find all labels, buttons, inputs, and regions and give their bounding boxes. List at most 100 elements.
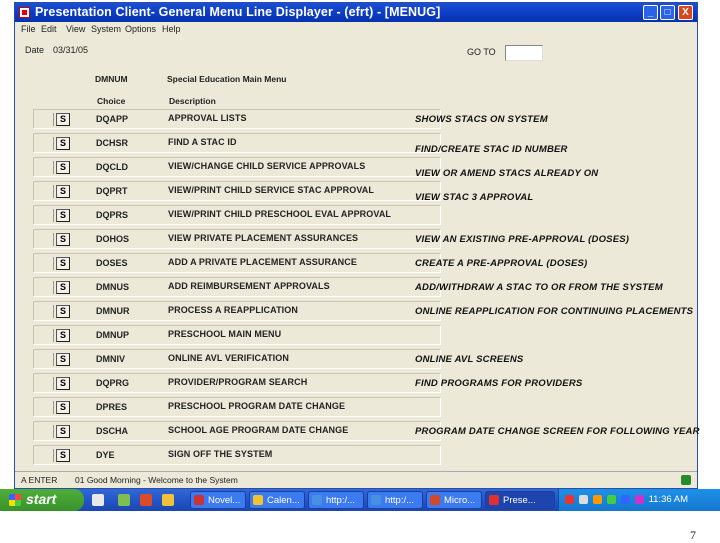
select-button[interactable]: S — [53, 353, 70, 366]
col-description: Description — [169, 96, 216, 106]
select-button[interactable]: S — [53, 257, 70, 270]
menu-row-dchsr[interactable]: S DCHSR FIND A STAC ID — [33, 133, 441, 153]
goto-label: GO TO — [467, 47, 496, 57]
menu-row-dohos[interactable]: S DOHOS VIEW PRIVATE PLACEMENT ASSURANCE… — [33, 229, 441, 249]
tray-icon[interactable] — [607, 495, 616, 504]
select-button[interactable]: S — [53, 209, 70, 222]
menu-row-doses[interactable]: S DOSES ADD A PRIVATE PLACEMENT ASSURANC… — [33, 253, 441, 273]
menu-options[interactable]: Options — [125, 24, 156, 34]
title-bar[interactable]: Presentation Client- General Menu Line D… — [15, 3, 697, 22]
taskbar-item-microsoft[interactable]: Micro... — [426, 491, 482, 509]
tray-icon[interactable] — [635, 495, 644, 504]
select-button[interactable]: S — [53, 449, 70, 462]
minimize-button[interactable]: _ — [643, 5, 658, 20]
date-label: Date — [25, 45, 45, 55]
start-button[interactable]: start — [0, 489, 84, 511]
menu-row-dqapp[interactable]: S DQAPP APPROVAL LISTS — [33, 109, 441, 129]
menu-row-dqprg[interactable]: S DQPRG PROVIDER/PROGRAM SEARCH — [33, 373, 441, 393]
row-description: PROVIDER/PROGRAM SEARCH — [168, 377, 308, 387]
annotation: ONLINE REAPPLICATION FOR CONTINUING PLAC… — [415, 306, 694, 317]
menu-bar: File Edit View System Options Help — [15, 22, 697, 36]
row-description: APPROVAL LISTS — [168, 113, 247, 123]
browser-icon — [312, 495, 322, 505]
menu-row-dmnus[interactable]: S DMNUS ADD REIMBURSEMENT APPROVALS — [33, 277, 441, 297]
row-description: PROCESS A REAPPLICATION — [168, 305, 298, 315]
tray-icon[interactable] — [593, 495, 602, 504]
menu-help[interactable]: Help — [162, 24, 181, 34]
select-button[interactable]: S — [53, 137, 70, 150]
row-description: VIEW/CHANGE CHILD SERVICE APPROVALS — [168, 161, 366, 171]
quicklaunch-icon[interactable] — [92, 494, 104, 506]
menu-row-dmniv[interactable]: S DMNIV ONLINE AVL VERIFICATION — [33, 349, 441, 369]
quicklaunch-icon[interactable] — [118, 494, 130, 506]
tray-icon[interactable] — [565, 495, 574, 504]
tray-icon[interactable] — [621, 495, 630, 504]
select-button[interactable]: S — [53, 377, 70, 390]
menu-row-dmnur[interactable]: S DMNUR PROCESS A REAPPLICATION — [33, 301, 441, 321]
close-button[interactable]: X — [678, 5, 693, 20]
app-icon — [430, 495, 440, 505]
select-button[interactable]: S — [53, 113, 70, 126]
select-button[interactable]: S — [53, 185, 70, 198]
task-label: http:/... — [385, 495, 415, 506]
quicklaunch-icon[interactable] — [162, 494, 174, 506]
taskbar-item-http-1[interactable]: http:/... — [308, 491, 364, 509]
menu-row-dye[interactable]: S DYE SIGN OFF THE SYSTEM — [33, 445, 441, 465]
menu-row-dmnup[interactable]: S DMNUP PRESCHOOL MAIN MENU — [33, 325, 441, 345]
row-code: DMNUS — [96, 282, 129, 292]
select-button[interactable]: S — [53, 281, 70, 294]
annotation: SHOWS STACS ON SYSTEM — [415, 114, 548, 125]
row-code: DOSES — [96, 258, 128, 268]
select-button[interactable]: S — [53, 425, 70, 438]
window-title: Presentation Client- General Menu Line D… — [35, 5, 441, 19]
annotation: VIEW STAC 3 APPROVAL — [415, 192, 534, 203]
row-description: VIEW/PRINT CHILD PRESCHOOL EVAL APPROVAL — [168, 209, 392, 219]
row-description: SIGN OFF THE SYSTEM — [168, 449, 273, 459]
menu-system[interactable]: System — [91, 24, 121, 34]
taskbar-item-http-2[interactable]: http:/... — [367, 491, 423, 509]
date-value: 03/31/05 — [53, 45, 89, 55]
task-label: Calen... — [267, 495, 300, 506]
task-label: Prese... — [503, 495, 536, 506]
row-description: PRESCHOOL PROGRAM DATE CHANGE — [168, 401, 346, 411]
app-icon — [19, 7, 30, 18]
menu-edit[interactable]: Edit — [41, 24, 57, 34]
annotation: ONLINE AVL SCREENS — [415, 354, 524, 365]
row-code: DQPRG — [96, 378, 130, 388]
row-description: ADD REIMBURSEMENT APPROVALS — [168, 281, 330, 291]
annotation: CREATE A PRE-APPROVAL (DOSES) — [415, 258, 588, 269]
menu-row-dqprs[interactable]: S DQPRS VIEW/PRINT CHILD PRESCHOOL EVAL … — [33, 205, 441, 225]
status-bar: A ENTER 01 Good Morning - Welcome to the… — [15, 471, 697, 488]
tray-icon[interactable] — [579, 495, 588, 504]
row-code: DMNUR — [96, 306, 130, 316]
row-description: FIND A STAC ID — [168, 137, 237, 147]
taskbar-item-calendar[interactable]: Calen... — [249, 491, 305, 509]
goto-input[interactable] — [505, 45, 543, 61]
quicklaunch-icon[interactable] — [140, 494, 152, 506]
system-tray: 11:36 AM — [558, 489, 720, 511]
select-button[interactable]: S — [53, 233, 70, 246]
select-button[interactable]: S — [53, 401, 70, 414]
task-label: Novel... — [208, 495, 241, 506]
row-code: DCHSR — [96, 138, 129, 148]
select-button[interactable]: S — [53, 161, 70, 174]
taskbar-item-presentation[interactable]: Prese... — [485, 491, 555, 509]
annotation: FIND PROGRAMS FOR PROVIDERS — [415, 378, 583, 389]
menu-row-dpres[interactable]: S DPRES PRESCHOOL PROGRAM DATE CHANGE — [33, 397, 441, 417]
menu-row-dqprt[interactable]: S DQPRT VIEW/PRINT CHILD SERVICE STAC AP… — [33, 181, 441, 201]
select-button[interactable]: S — [53, 329, 70, 342]
taskbar-item-novell[interactable]: Novel... — [190, 491, 246, 509]
row-description: ADD A PRIVATE PLACEMENT ASSURANCE — [168, 257, 357, 267]
menu-view[interactable]: View — [66, 24, 85, 34]
row-description: SCHOOL AGE PROGRAM DATE CHANGE — [168, 425, 349, 435]
annotation: VIEW OR AMEND STACS ALREADY ON — [415, 168, 599, 179]
windows-flag-icon — [9, 494, 21, 506]
menu-row-dqcld[interactable]: S DQCLD VIEW/CHANGE CHILD SERVICE APPROV… — [33, 157, 441, 177]
menu-file[interactable]: File — [21, 24, 36, 34]
menu-row-dscha[interactable]: S DSCHA SCHOOL AGE PROGRAM DATE CHANGE — [33, 421, 441, 441]
clock: 11:36 AM — [648, 494, 688, 505]
col-choice: Choice — [97, 96, 126, 106]
select-button[interactable]: S — [53, 305, 70, 318]
maximize-button[interactable]: □ — [660, 5, 675, 20]
status-ok-icon — [681, 475, 691, 485]
